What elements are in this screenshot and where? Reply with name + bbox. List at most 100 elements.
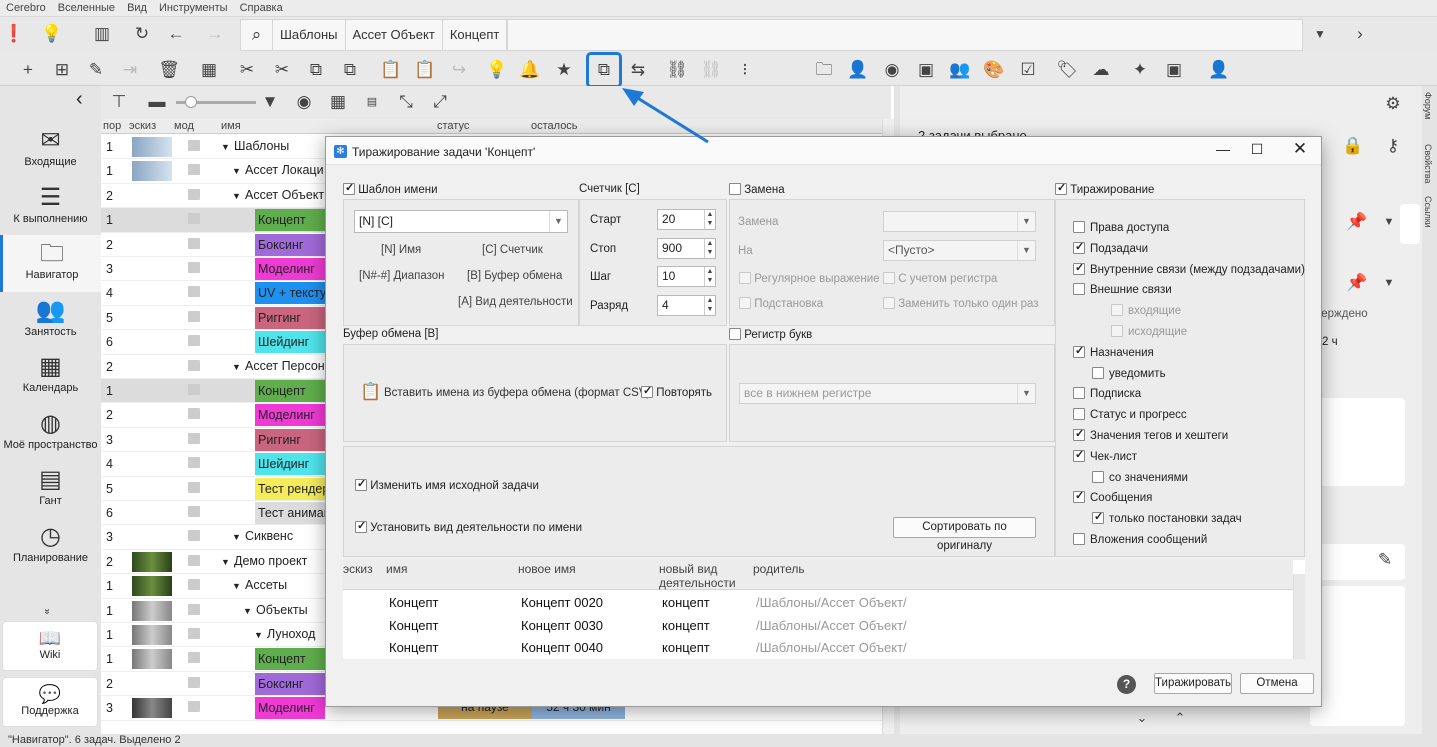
replication-checkbox[interactable] [1111, 325, 1123, 337]
to-input[interactable]: <Пусто> ▼ [883, 240, 1036, 261]
column-header[interactable]: пор [103, 120, 121, 132]
priority-icon[interactable]: ⁝ [733, 58, 757, 82]
replication-checkbox[interactable] [1073, 387, 1085, 400]
replace-checkbox[interactable] [729, 183, 741, 195]
table-icon[interactable]: ▦ [326, 90, 350, 114]
tree-node-name[interactable]: Сиквенс [245, 529, 293, 543]
side-tab[interactable]: Свойства [1423, 144, 1433, 184]
name-template-toggle[interactable]: Шаблон имени [343, 181, 438, 196]
chevron-down-icon[interactable]: ▼ [549, 211, 567, 232]
user-icon[interactable]: 👤 [846, 58, 870, 82]
repeat-checkbox[interactable] [641, 384, 653, 398]
replication-checkbox[interactable] [1055, 181, 1067, 195]
spinner-arrows-icon[interactable]: ▲ ▼ [704, 267, 715, 286]
replication-option[interactable]: Статус и прогресс [1073, 408, 1187, 421]
replication-checkbox[interactable] [1111, 304, 1123, 317]
menu-item[interactable]: Вид [121, 2, 153, 14]
replication-checkbox[interactable] [1073, 261, 1085, 275]
link-icon[interactable]: ⛓ [665, 58, 689, 82]
expand-arrow-icon[interactable]: ▼ [254, 630, 263, 640]
expand-arrow-icon[interactable]: ▼ [221, 142, 230, 152]
replication-checkbox[interactable] [1073, 240, 1085, 254]
sidebar-item-gantt[interactable]: ▤ Гант [0, 461, 101, 518]
replication-checkbox[interactable] [1092, 510, 1104, 525]
task-name[interactable]: UV + текстур [255, 282, 325, 305]
sidebar-item-folder[interactable]: 🗀 Навигатор [0, 235, 101, 292]
rename-source-checkbox[interactable] [355, 477, 367, 491]
expand-arrow-icon[interactable]: ▼ [232, 532, 241, 542]
tree-node-name[interactable]: Демо проект [234, 554, 307, 568]
column-header[interactable]: мод [174, 120, 194, 132]
group-icon[interactable]: 👥 [948, 58, 972, 82]
task-name[interactable]: Шейдинг [255, 453, 325, 476]
tree-node-name[interactable]: Ассеты [245, 578, 287, 592]
counter-field-input[interactable]: 900 ▲ ▼ [657, 237, 716, 259]
spinner-arrows-icon[interactable]: ▲ ▼ [704, 295, 715, 315]
column-header[interactable]: эскиз [129, 120, 156, 132]
refresh-icon[interactable]: ↻ [130, 22, 154, 46]
grid-scrollbar[interactable] [1293, 574, 1305, 659]
chevron-left-icon[interactable]: ‹ [76, 88, 83, 111]
expand-icon[interactable]: ⤢ [428, 90, 452, 114]
lightbulb-icon[interactable]: 💡 [485, 58, 509, 82]
star-icon[interactable]: ★ [552, 58, 576, 82]
tree-node-name[interactable]: Ассет Локаци [245, 163, 324, 177]
collapse-icon[interactable]: ⤡ [394, 90, 418, 114]
key-icon[interactable]: ⚷ [1381, 134, 1405, 158]
minimize-icon[interactable]: — [1211, 141, 1235, 157]
trash-icon[interactable]: 🗑 [157, 58, 181, 82]
spinner-arrows-icon[interactable]: ▲ ▼ [704, 210, 715, 229]
rename-source-option[interactable]: Изменить имя исходной задачи [355, 477, 539, 492]
task-name[interactable]: Боксинг [255, 233, 325, 256]
chevron-down-icon[interactable]: ▼ [1017, 212, 1035, 231]
wiki-button[interactable]: 📖 Wiki [2, 621, 98, 671]
support-button[interactable]: 💬 Поддержка [2, 677, 98, 727]
transfer-icon[interactable]: ⇆ [626, 58, 650, 82]
task-name[interactable]: Концепт [255, 380, 325, 402]
replication-option[interactable]: Подписка [1073, 387, 1141, 400]
hint-name[interactable]: [N] Имя [381, 244, 421, 256]
share-icon[interactable]: ↪ [447, 58, 471, 82]
zoom-slider-handle[interactable] [185, 96, 197, 108]
replication-option[interactable]: со значениями [1092, 470, 1188, 484]
chevron-down-icon[interactable]: ▼ [1017, 241, 1035, 260]
set-activity-option[interactable]: Установить вид деятельности по имени [355, 519, 582, 534]
letter-case-checkbox[interactable] [729, 328, 741, 340]
column-header[interactable]: имя [221, 120, 241, 132]
sort-by-original-button[interactable]: Сортировать по оригиналу [893, 517, 1036, 552]
close-icon[interactable]: ✕ [1288, 139, 1312, 159]
replication-checkbox[interactable] [1092, 470, 1104, 483]
hint-counter[interactable]: [C] Счетчик [482, 244, 543, 256]
replace-input[interactable]: ▼ [883, 211, 1036, 232]
replace-toggle[interactable]: Замена [729, 183, 785, 196]
task-name[interactable]: Шейдинг [255, 331, 325, 354]
hierarchy-icon[interactable]: ⊤ [107, 90, 131, 114]
palette-icon[interactable]: 🎨 [982, 58, 1006, 82]
hint-activity[interactable]: [A] Вид деятельности [458, 296, 573, 308]
regex-checkbox[interactable] [739, 272, 751, 284]
replication-toggle[interactable]: Тиражирование [1055, 181, 1154, 196]
name-template-input[interactable]: [N] [C] ▼ [354, 210, 568, 233]
task-name[interactable]: Тест рендер [255, 477, 325, 500]
replication-option[interactable]: Внутренние связи (между подзадачами) [1073, 261, 1305, 276]
cloud-icon[interactable]: ☁ [1089, 58, 1113, 82]
film-icon[interactable]: ▬ [145, 90, 169, 114]
chevron-right-icon[interactable]: › [1348, 22, 1372, 46]
set-activity-checkbox[interactable] [355, 519, 367, 533]
letter-case-toggle[interactable]: Регистр букв [729, 328, 812, 341]
spinner-arrows-icon[interactable]: ▲ ▼ [704, 238, 715, 258]
replication-option[interactable]: Назначения [1073, 344, 1154, 359]
expand-arrow-icon[interactable]: ▼ [232, 362, 241, 372]
case-option[interactable]: С учетом регистра [883, 272, 997, 285]
sidebar-item-people[interactable]: 👥 Занятость [0, 292, 101, 349]
grid-row[interactable]: Концепт Концепт 0030 концепт/Шаблоны/Ассет… [343, 614, 1293, 636]
avatar-icon[interactable]: ◉ [880, 58, 904, 82]
case-checkbox[interactable] [883, 272, 895, 284]
pencil-icon[interactable]: ✎ [1373, 548, 1397, 572]
replication-checkbox[interactable] [1073, 344, 1085, 358]
task-name[interactable]: Боксинг [255, 672, 325, 695]
replication-checkbox[interactable] [1073, 283, 1085, 296]
once-option[interactable]: Заменить только один раз [883, 297, 1039, 310]
sidebar-item-clock-plus[interactable]: ◷ Планирование [0, 518, 101, 575]
chevron-down-icon[interactable]: ▼ [1377, 210, 1401, 234]
